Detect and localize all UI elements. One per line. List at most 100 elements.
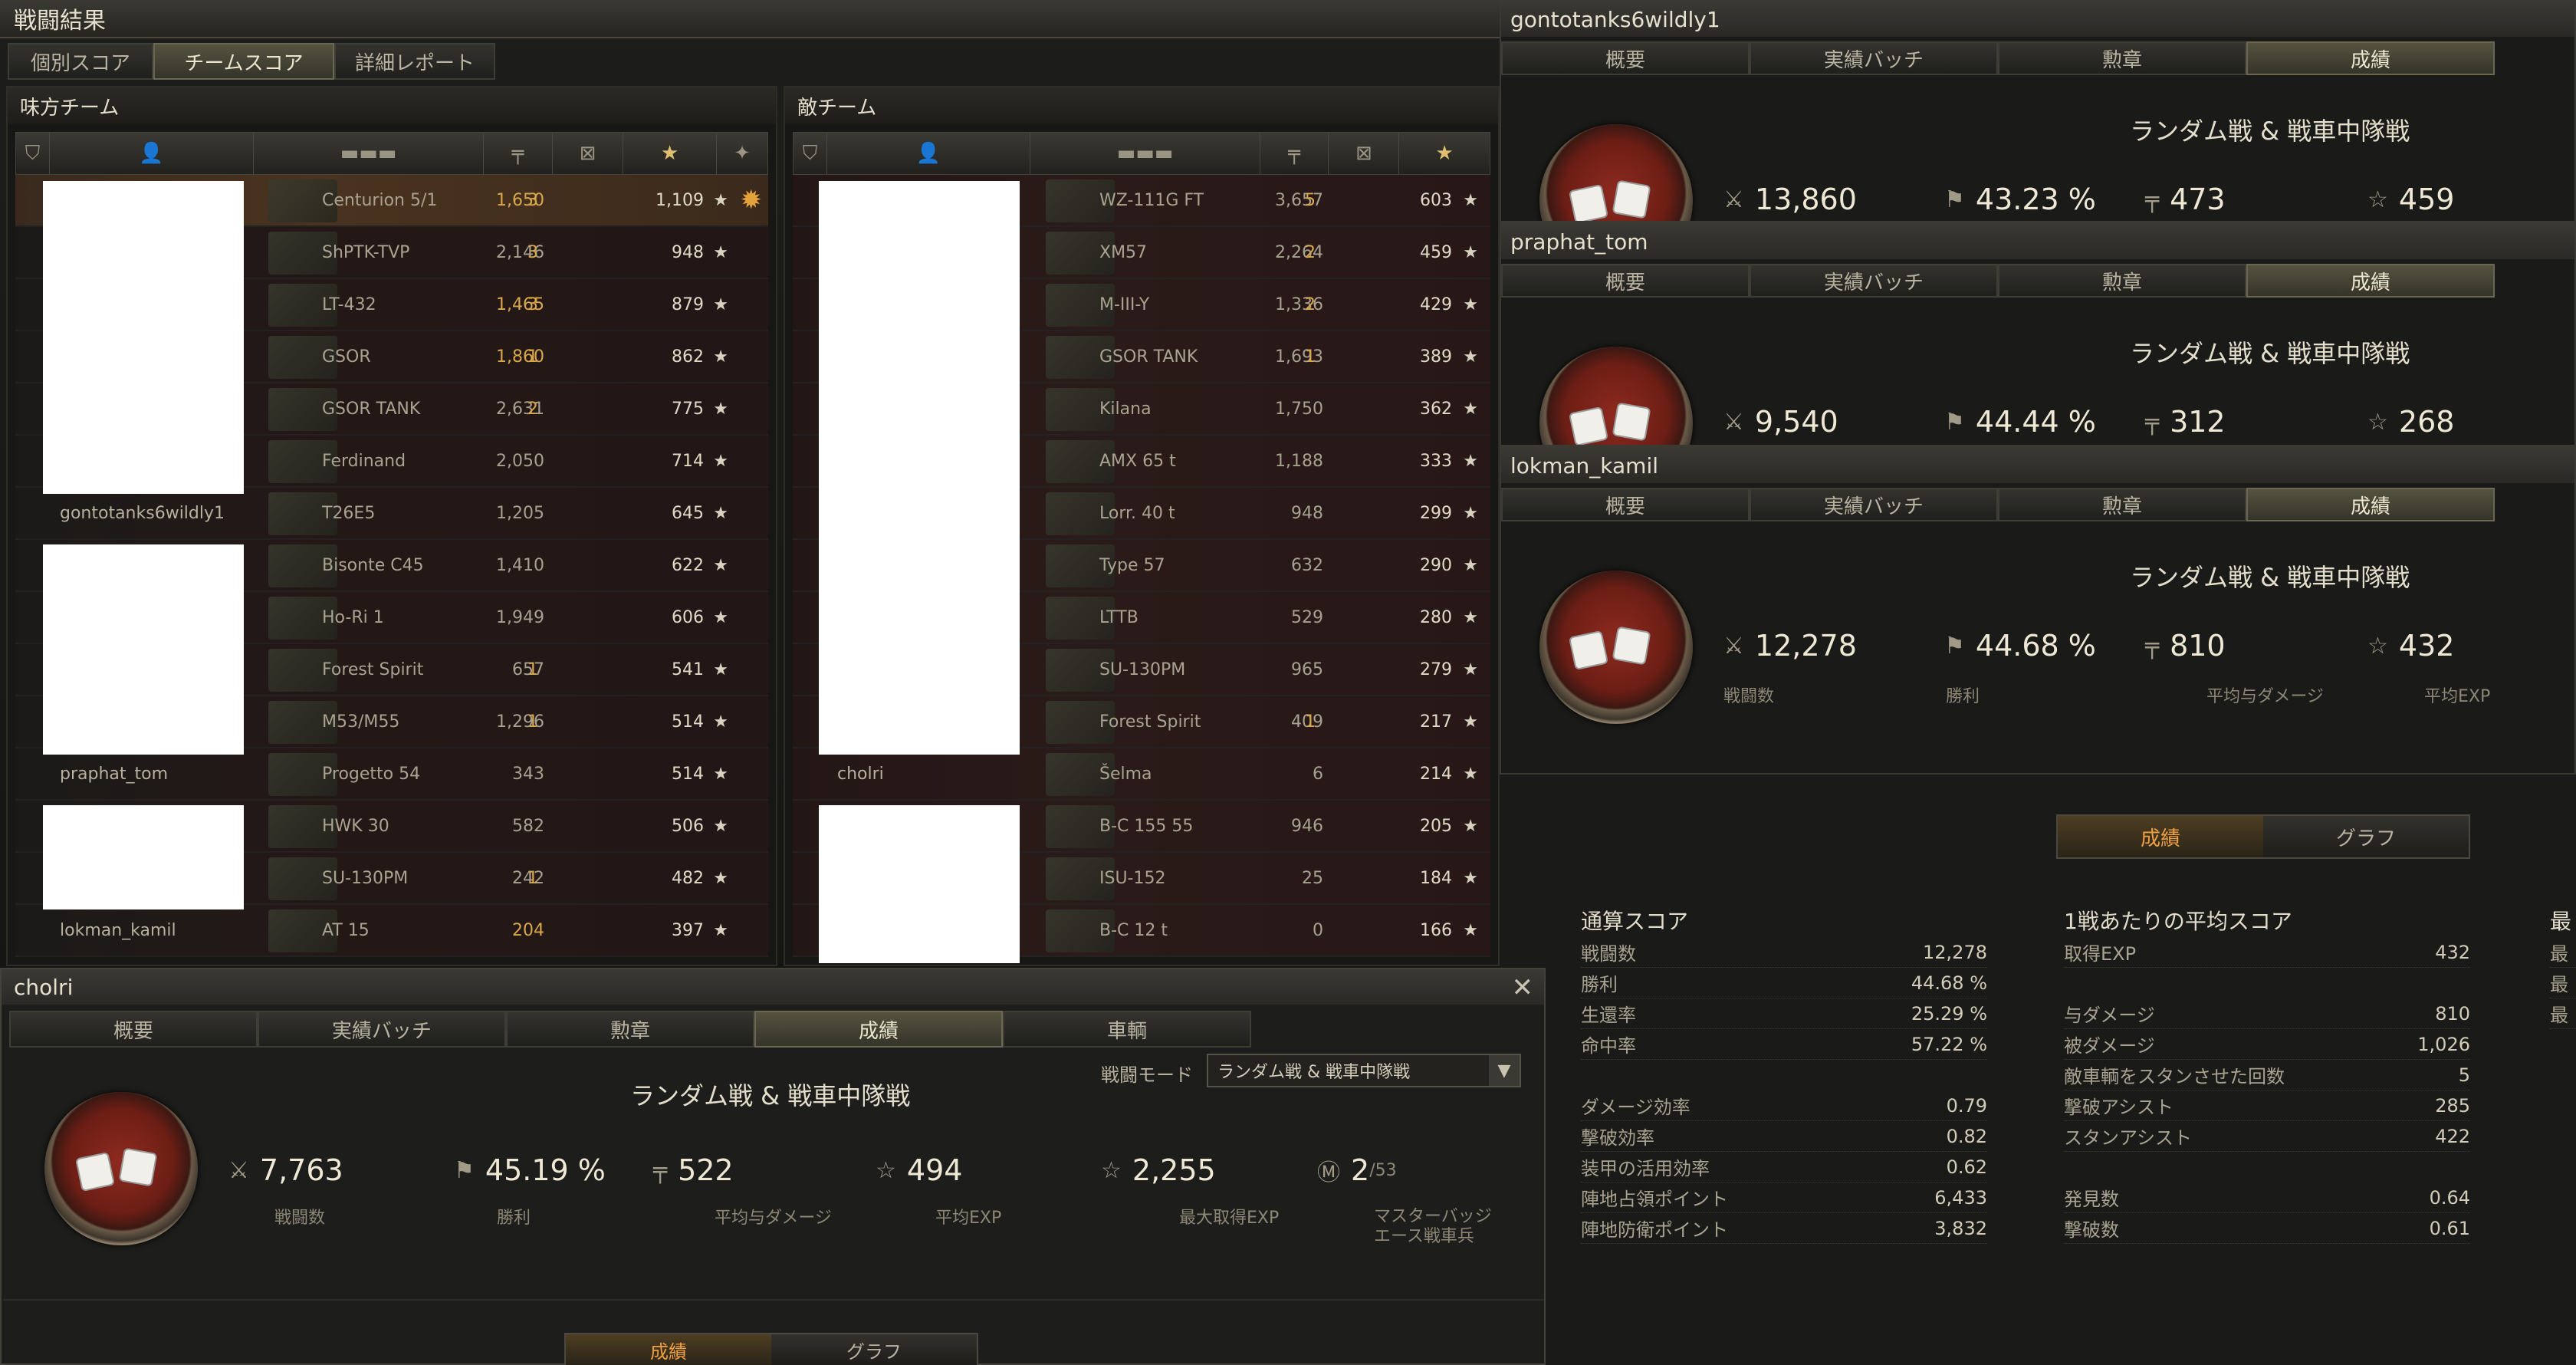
avg-xp-label: 平均EXP	[2424, 687, 2491, 706]
panel-tab[interactable]: 勲章	[1998, 488, 2246, 521]
damage-icon: ╤	[2145, 408, 2160, 436]
cholri-mode-title: ランダム戦 & 戦車中隊戦	[630, 1081, 911, 1110]
panel-tab[interactable]: 概要	[1501, 264, 1750, 298]
tank-name: GSOR	[322, 347, 371, 367]
flag-icon: ⚑	[454, 1156, 475, 1184]
kills-col-icon[interactable]: ⊠	[553, 133, 623, 174]
stat-label: 取得EXP	[2064, 943, 2137, 965]
panel-tab[interactable]: 概要	[1501, 41, 1750, 75]
cholri-tab[interactable]: 車輌	[1003, 1011, 1251, 1048]
xp-col-icon[interactable]: ★	[623, 133, 717, 174]
stat-row: 戦闘数 12,278	[1581, 937, 1987, 968]
panel-tab[interactable]: 成績	[2246, 41, 2495, 75]
avg-xp-value: 268	[2398, 405, 2455, 439]
xp-value: 879	[672, 294, 704, 314]
damage-value: 1,410	[496, 555, 544, 575]
stat-label: 勝利	[1581, 974, 1618, 995]
graph-switch-button[interactable]: グラフ	[771, 1334, 977, 1365]
table-row[interactable]: lokman_kamil AT 15 204 397 ★	[15, 905, 768, 957]
max-score-title: 最	[2550, 909, 2572, 934]
stats-graph-switch: 成績 グラフ	[2056, 814, 2470, 859]
ally-team-title: 味方チーム	[8, 87, 776, 124]
damage-value: 3,657	[1275, 190, 1323, 210]
graph-switch-button[interactable]: グラフ	[2263, 816, 2469, 857]
damage-col-icon[interactable]: ╤	[1260, 133, 1329, 174]
xp-value: 506	[672, 816, 704, 836]
battle-mode-label: 戦闘モード	[1101, 1064, 1193, 1086]
star-icon: ★	[1463, 816, 1478, 836]
panel-tab[interactable]: 実績バッチ	[1750, 264, 1998, 298]
stat-label: 被ダメージ	[2064, 1035, 2155, 1057]
ally-column-header: ⛉ 👤 ▬▬▬ ╤ ⊠ ★ ✦	[15, 132, 768, 175]
medal-col-icon[interactable]: ✦	[717, 133, 767, 174]
table-row[interactable]: praphat_tom Progetto 54 343 514 ★	[15, 748, 768, 801]
stat-row: 敵車輌をスタンさせた回数 5	[2064, 1060, 2470, 1090]
cholri-tab[interactable]: 成績	[754, 1011, 1003, 1048]
dice-icon	[74, 1151, 116, 1192]
battles-icon: ⚔	[1723, 408, 1744, 436]
stat-value: 285	[2435, 1094, 2470, 1117]
battle-mode-select[interactable]: ランダム戦 & 戦車中隊戦 ▼	[1207, 1054, 1521, 1087]
chevron-down-icon: ▼	[1489, 1055, 1520, 1086]
stats-switch-button[interactable]: 成績	[2058, 816, 2263, 857]
panel-tab[interactable]: 成績	[2246, 264, 2495, 298]
tank-name: Kilana	[1099, 399, 1152, 419]
star-icon: ★	[713, 868, 728, 888]
avg-xp-label: 平均EXP	[935, 1209, 1002, 1228]
table-row[interactable]: cholri Šelma 6 214 ★	[793, 748, 1490, 801]
kills-col-icon[interactable]: ⊠	[1329, 133, 1400, 174]
avg-damage-value: 810	[2170, 629, 2226, 663]
cholri-tab[interactable]: 勲章	[506, 1011, 754, 1048]
stat-value: 57.22 %	[1911, 1033, 1987, 1055]
close-icon[interactable]: ✕	[1512, 972, 1534, 1003]
tab-detailed-report[interactable]: 詳細レポート	[334, 43, 495, 80]
damage-icon: ╤	[653, 1156, 668, 1184]
mode-title: ランダム戦 & 戦車中隊戦	[2130, 339, 2410, 368]
xp-value: 217	[1420, 712, 1452, 732]
panel-tab[interactable]: 実績バッチ	[1750, 488, 1998, 521]
player-col-icon[interactable]: 👤	[827, 133, 1031, 174]
stats-switch-button[interactable]: 成績	[566, 1334, 771, 1365]
stat-row: スタンアシスト 422	[2064, 1121, 2470, 1152]
stat-row	[2064, 968, 2470, 998]
star-icon: ★	[713, 607, 728, 627]
panel-tab[interactable]: 成績	[2246, 488, 2495, 521]
tab-team-score[interactable]: チームスコア	[153, 43, 334, 80]
xp-col-icon[interactable]: ★	[1399, 133, 1490, 174]
tab-personal-score[interactable]: 個別スコア	[8, 43, 153, 80]
star-icon: ★	[1463, 868, 1478, 888]
tank-name: M-III-Y	[1099, 294, 1150, 314]
stat-row: 与ダメージ 810	[2064, 998, 2470, 1029]
cholri-tab[interactable]: 実績バッチ	[258, 1011, 506, 1048]
star-icon: ★	[713, 555, 728, 575]
tank-col-icon[interactable]: ▬▬▬	[1030, 133, 1260, 174]
stat-value: 422	[2435, 1125, 2470, 1147]
table-row[interactable]: gontotanks6wildly1 T26E5 1,205 645 ★	[15, 488, 768, 540]
rank-col-icon[interactable]: ⛉	[16, 133, 50, 174]
rank-col-icon[interactable]: ⛉	[794, 133, 827, 174]
cholri-tabs: 概要 実績バッチ 勲章 成績 車輌	[9, 1011, 1544, 1048]
panel-tab[interactable]: 勲章	[1998, 41, 2246, 75]
tank-name: Ho-Ri 1	[322, 607, 384, 627]
player-col-icon[interactable]: 👤	[50, 133, 254, 174]
star-icon: ★	[713, 920, 728, 940]
star-icon: ★	[713, 242, 728, 262]
stat-label: 戦闘数	[1581, 943, 1636, 965]
stat-value: 5	[2458, 1064, 2470, 1086]
player-name: cholri	[837, 764, 884, 784]
damage-value: 6	[1313, 764, 1323, 784]
cholri-tab[interactable]: 概要	[9, 1011, 258, 1048]
dice-icon	[1612, 626, 1651, 666]
panel-player-name: gontotanks6wildly1	[1501, 2, 2574, 37]
panel-tab[interactable]: 実績バッチ	[1750, 41, 1998, 75]
tank-col-icon[interactable]: ▬▬▬	[254, 133, 484, 174]
tank-name: GSOR TANK	[1099, 347, 1198, 367]
detail-area: 成績 グラフ 通算スコア 戦闘数 12,278 勝利 44.68 % 生還率 25.29 …	[1500, 775, 2576, 1365]
panel-tab[interactable]: 勲章	[1998, 264, 2246, 298]
star-icon: ★	[1463, 190, 1478, 210]
panel-tab[interactable]: 概要	[1501, 488, 1750, 521]
winrate-label: 勝利	[497, 1209, 531, 1228]
star-icon: ☆	[876, 1156, 896, 1184]
damage-col-icon[interactable]: ╤	[484, 133, 553, 174]
xp-value: 482	[672, 868, 704, 888]
